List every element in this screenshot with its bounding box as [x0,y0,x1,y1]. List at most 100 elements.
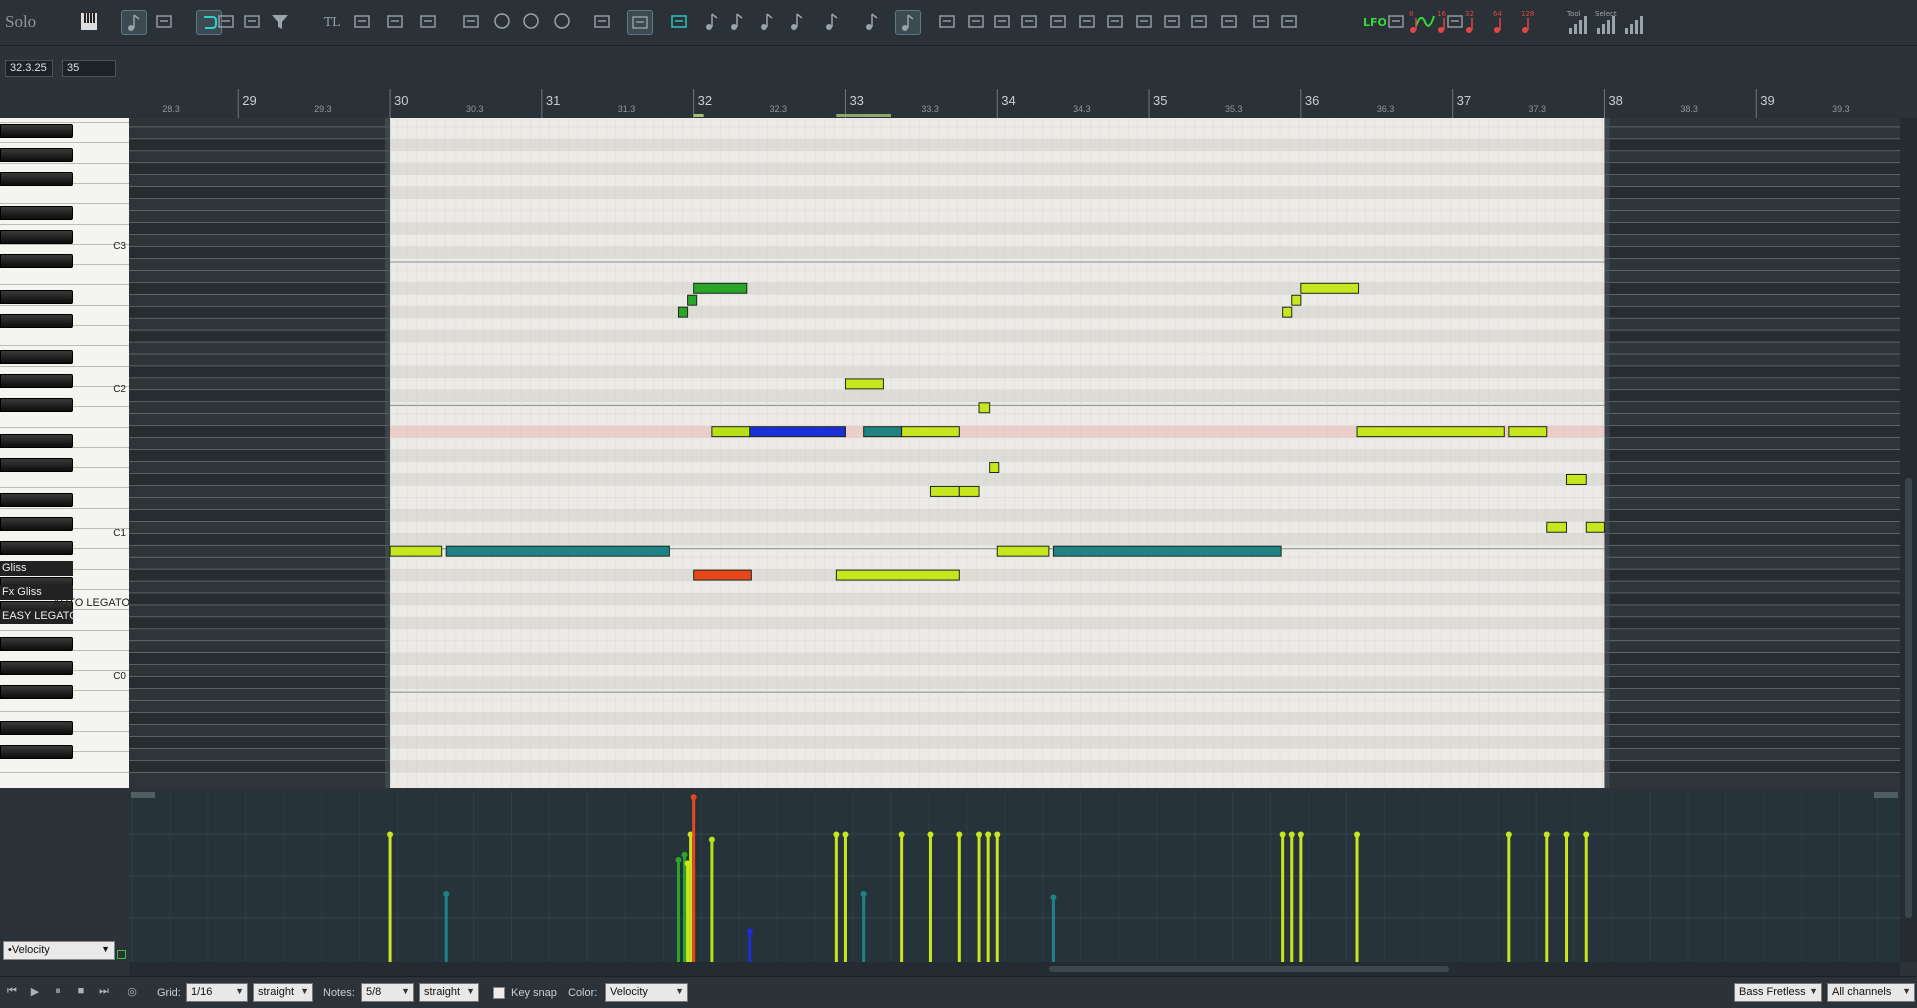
black-key[interactable] [0,636,73,651]
velocity-handle[interactable] [443,891,450,897]
black-key[interactable] [0,206,73,220]
black-key[interactable] [0,433,73,448]
lane-add-icon[interactable] [117,950,126,959]
loop-record-icon[interactable]: ◎ [124,985,140,1001]
black-key[interactable] [0,314,73,328]
velocity-handle[interactable] [860,891,867,897]
note-length-16-button[interactable]: 16 [1432,8,1456,33]
velocity-handle[interactable] [898,831,905,838]
white-key[interactable] [0,710,129,712]
black-key[interactable] [0,720,73,735]
pause-icon[interactable]: ⏸ [50,985,66,1001]
black-key[interactable] [0,517,73,531]
key-snap-checkbox[interactable] [493,987,505,999]
note-length-64-button[interactable]: 64 [1488,8,1512,33]
white-key[interactable] [0,365,129,367]
black-key[interactable] [0,493,73,507]
note[interactable] [1300,282,1360,294]
note[interactable] [693,282,748,294]
snap-icon[interactable] [667,10,693,35]
black-key[interactable] [0,397,73,412]
vertical-scrollbar[interactable] [1900,118,1917,962]
velocity-handle[interactable] [842,831,849,838]
half-note-icon[interactable] [725,10,751,35]
white-key[interactable] [0,284,129,286]
velocity-handle[interactable] [994,831,1001,838]
velocity-handle[interactable] [675,857,682,863]
black-key[interactable] [0,457,73,472]
note[interactable] [693,569,752,581]
humanize-icon[interactable] [990,10,1016,35]
velocity-lane-select[interactable]: •Velocity ▼ [3,941,115,960]
link-icon[interactable] [214,10,240,35]
note[interactable] [989,462,1000,473]
white-key[interactable] [0,426,129,428]
black-key[interactable] [0,660,73,675]
white-key[interactable] [0,122,129,123]
zoom-out-icon[interactable] [519,10,545,35]
note[interactable] [445,545,670,557]
articulation-key-2[interactable]: EASY LEGATO [0,609,78,624]
black-key[interactable] [0,148,73,162]
note[interactable] [1052,545,1282,557]
piano-keyboard[interactable]: C3 C2 C1 C0 Gliss Fx Gliss EASY LEGATO AUTO LEG… [0,118,129,788]
note[interactable] [1291,294,1302,306]
velocity-handle[interactable] [1279,831,1286,838]
auto-icon[interactable] [1277,10,1303,35]
velocity-handle[interactable] [1354,831,1361,838]
arpeggio-icon[interactable] [1046,10,1072,35]
position-time-field[interactable]: 32.3.25 [5,60,53,77]
skip-forward-icon[interactable]: ⏭ [96,985,112,1001]
black-key[interactable] [0,744,73,759]
velocity-handle[interactable] [1563,831,1570,838]
velocity-handle[interactable] [985,831,992,838]
pitch-icon[interactable] [152,10,178,35]
black-key[interactable] [0,254,73,268]
velocity-handle[interactable] [681,851,688,858]
note[interactable] [863,426,903,438]
velocity-handle[interactable] [1583,831,1590,838]
grid-select[interactable]: 1/16 ▼ [186,983,248,1002]
move-right-icon[interactable] [459,10,485,35]
velocity-handle[interactable] [708,836,715,843]
split-icon[interactable] [350,10,376,35]
sixteenth-note-icon[interactable] [820,10,846,35]
velocity-handle[interactable] [387,831,394,838]
slice-icon[interactable] [1132,10,1158,35]
black-key[interactable] [0,684,73,699]
white-key[interactable] [0,629,129,631]
note[interactable] [677,306,689,318]
velocity-icon[interactable] [240,10,266,35]
white-key[interactable] [0,771,129,773]
play-icon[interactable]: ▶ [27,985,43,1001]
whole-note-icon[interactable] [700,10,726,35]
grid-mode-select[interactable]: straight ▼ [253,983,313,1002]
timeline-ruler[interactable]: 29 30 31 32 33 34 35 36 37 38 39 28.3 29.3 30.3 31.3 32… [129,86,1900,118]
velocity-handle[interactable] [956,831,963,838]
black-key[interactable] [0,373,73,388]
undo-icon[interactable] [590,10,616,35]
velocity-handle[interactable] [976,831,983,838]
chord-icon[interactable] [1017,10,1043,35]
velocity-handle[interactable] [1050,894,1057,901]
note[interactable] [389,545,443,557]
zoom-in-icon[interactable] [490,10,516,35]
note-grid[interactable] [129,118,1900,788]
glue-icon[interactable] [1103,10,1129,35]
move-left-icon[interactable] [416,10,442,35]
stop-icon[interactable]: ■ [73,985,89,1001]
articulation-key-0[interactable]: Gliss [0,561,73,576]
eighth-note-icon[interactable] [785,10,811,35]
color-select[interactable]: Velocity ▼ [605,983,688,1002]
black-key[interactable] [0,172,73,186]
select-button[interactable]: Select [1593,8,1617,34]
note-length-32-button[interactable]: 32 [1460,8,1484,33]
white-key[interactable] [0,345,129,347]
position-value-field[interactable]: 35 [62,60,116,77]
tool-button[interactable]: Tool [1565,8,1589,34]
zoom-fit-icon[interactable] [550,10,576,35]
white-key[interactable] [0,487,129,489]
channels-select[interactable]: All channels ▼ [1827,983,1915,1002]
note-length-8-button[interactable]: 8 [1404,8,1428,33]
grid-icon[interactable] [627,10,653,35]
